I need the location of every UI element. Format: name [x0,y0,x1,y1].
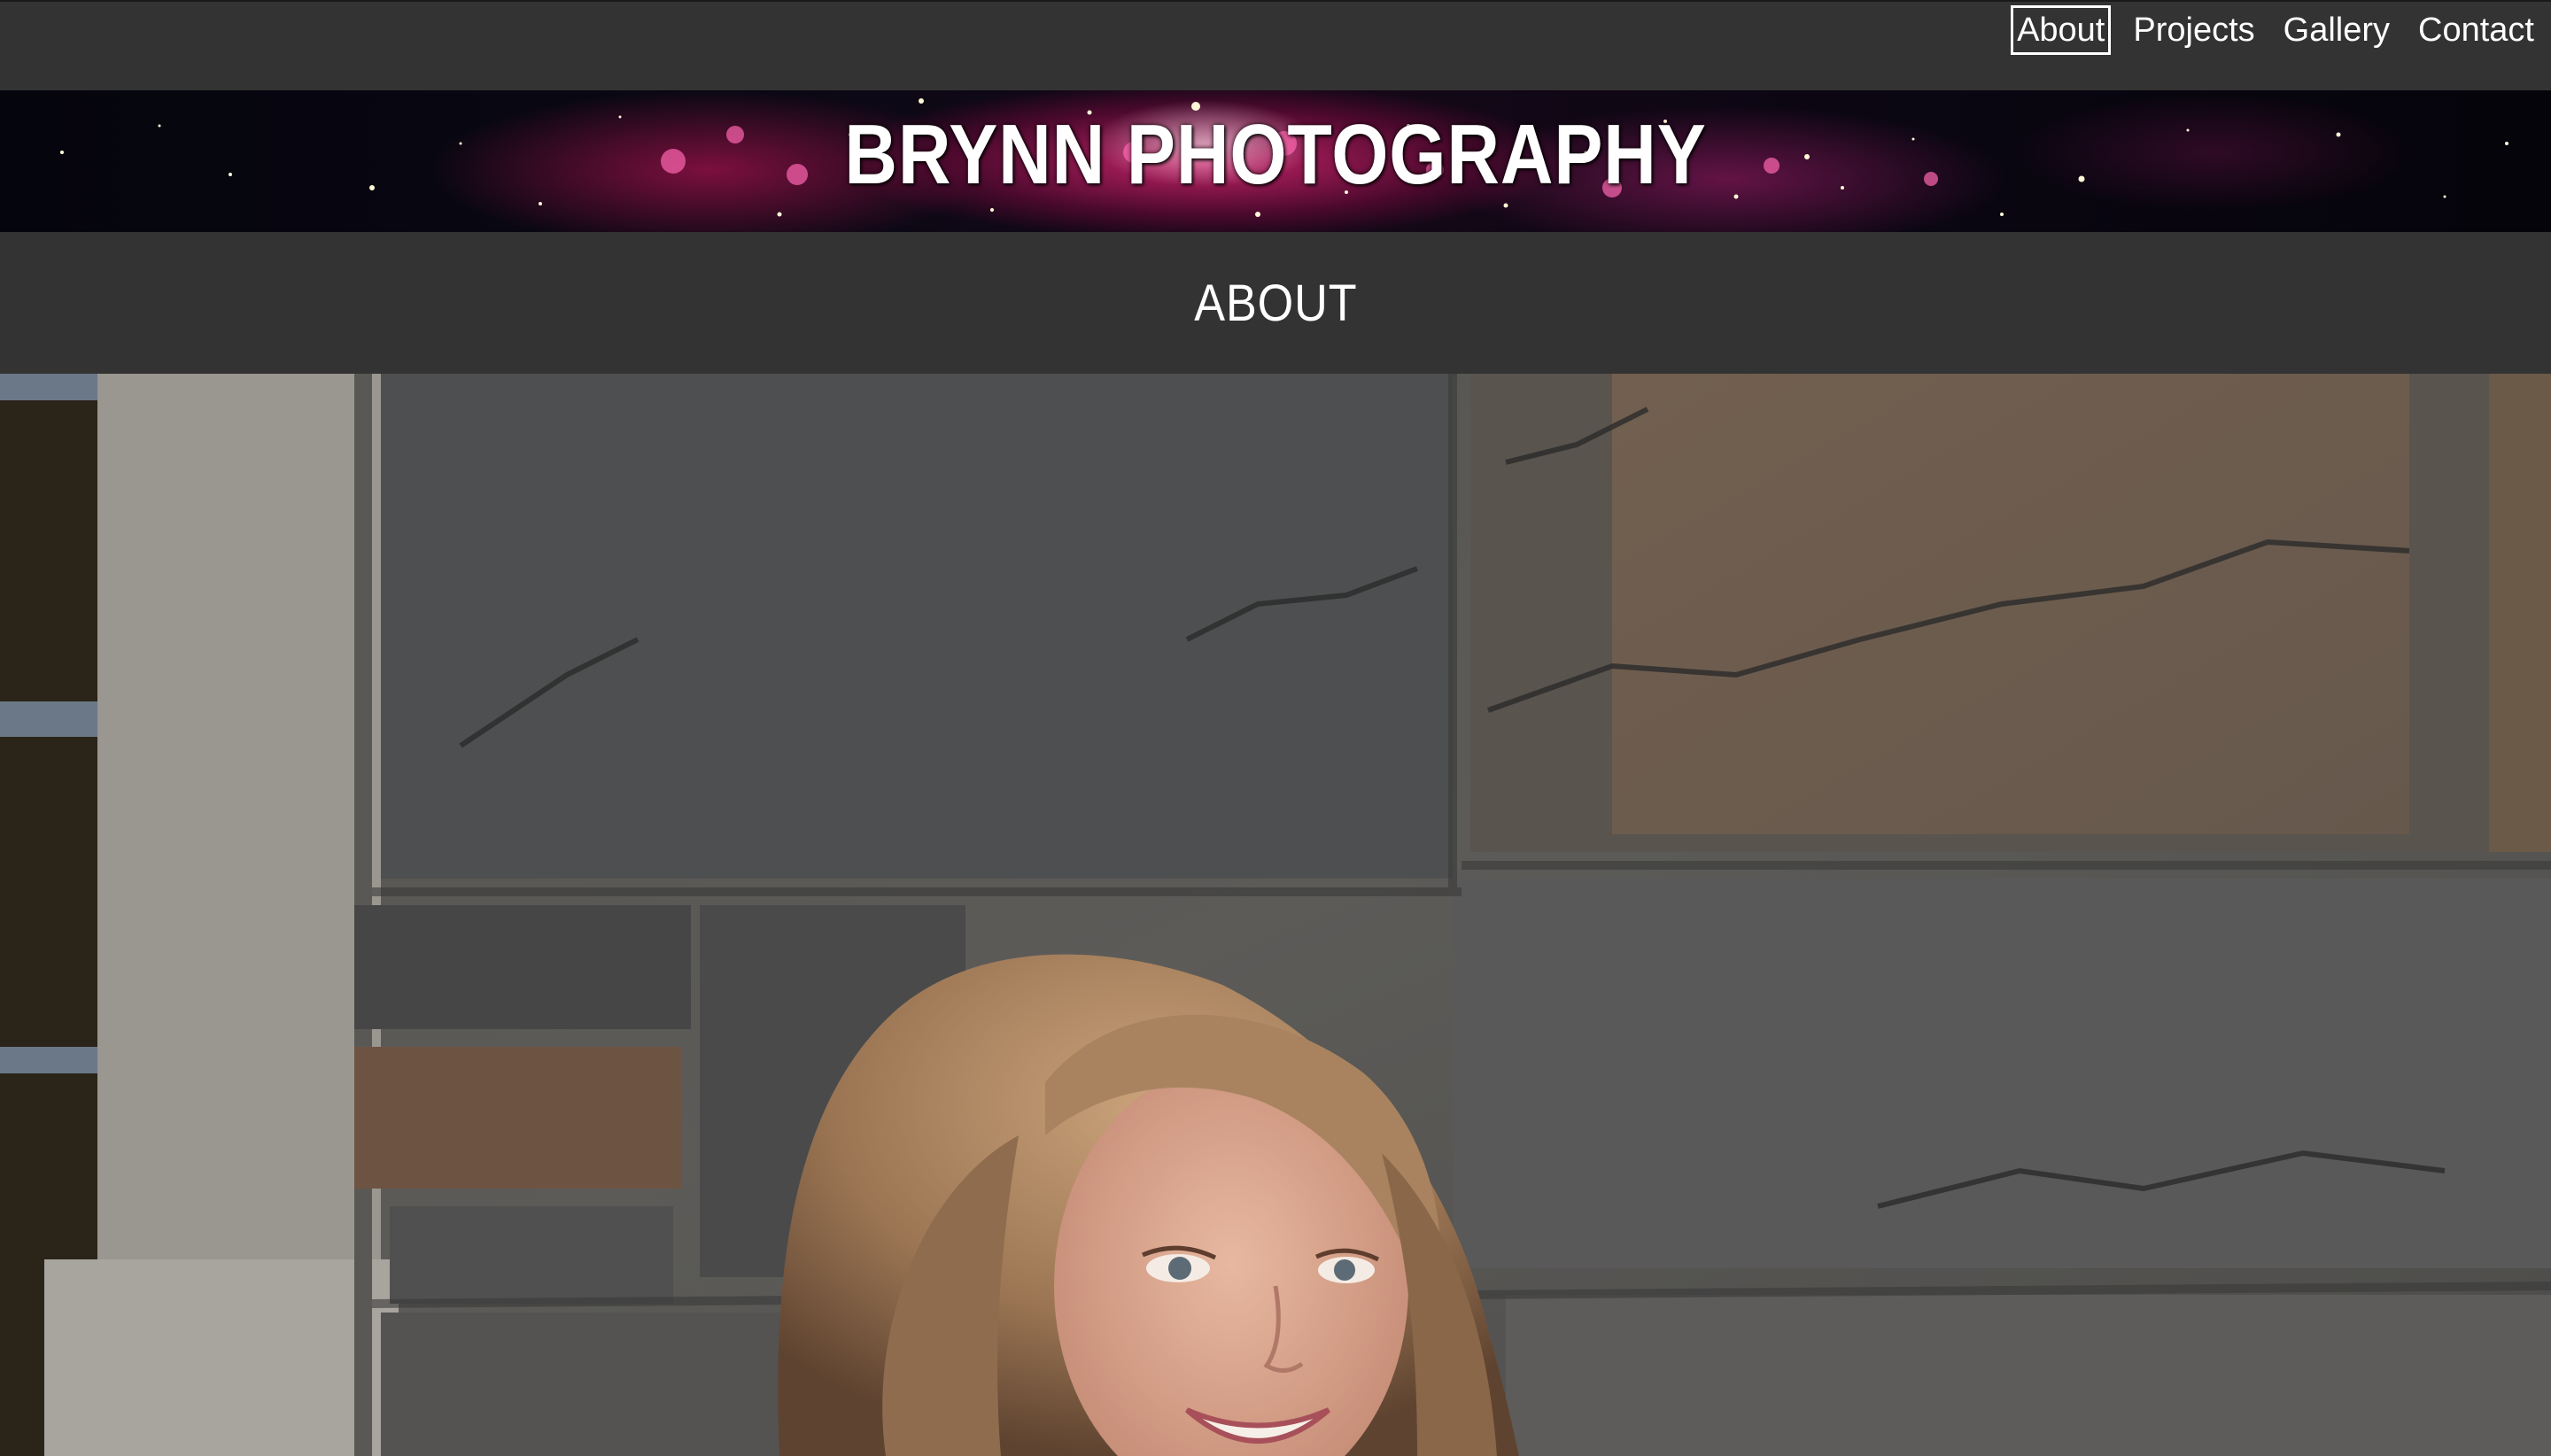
site-title: BRYNN PHOTOGRAPHY [844,107,1707,202]
section-header: ABOUT [0,232,2551,374]
nav-link-contact[interactable]: Contact [2412,5,2540,55]
nav-link-projects[interactable]: Projects [2127,5,2260,55]
top-navigation-bar: About Projects Gallery Contact [0,0,2551,90]
header-banner: BRYNN PHOTOGRAPHY [0,90,2551,232]
nav-link-gallery[interactable]: Gallery [2277,5,2396,55]
nav-links: About Projects Gallery Contact [2011,5,2540,55]
section-title: ABOUT [1193,274,1358,332]
portrait-photo [0,374,2551,1456]
nav-link-about[interactable]: About [2011,5,2112,55]
portrait-photo-image [0,374,2551,1456]
